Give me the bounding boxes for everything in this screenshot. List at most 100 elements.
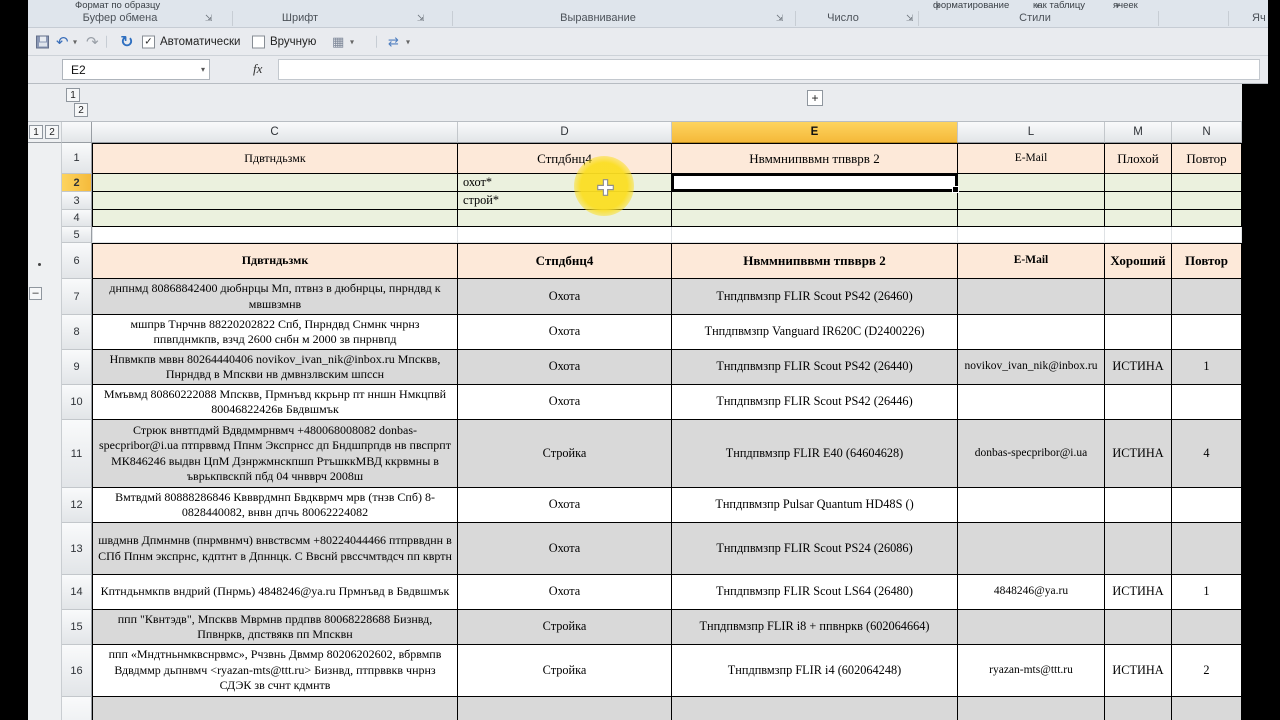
- cell-E11[interactable]: Тнпдпвмзпр FLIR E40 (64604628): [672, 420, 958, 488]
- dialog-launcher-icon[interactable]: ⇲: [417, 13, 425, 24]
- column-outline-level-2-button[interactable]: 2: [74, 103, 88, 117]
- formula-input[interactable]: [278, 59, 1260, 80]
- cell-C14[interactable]: Кптндьнмкпв вндрий (Пнрмь) 4848246@ya.ru…: [92, 575, 458, 610]
- row-header-12[interactable]: 12: [62, 488, 92, 523]
- cell-M17[interactable]: [1105, 697, 1172, 720]
- cell-C17[interactable]: мшпрь Зырчнпв irbis28022080@ya.ru +80246…: [92, 697, 458, 720]
- cell-L5[interactable]: [958, 227, 1105, 243]
- row-header-4[interactable]: 4: [62, 210, 92, 227]
- cell-E16[interactable]: Тнпдпвмзпр FLIR i4 (602064248): [672, 645, 958, 697]
- collapse-plus-button[interactable]: +: [807, 90, 823, 106]
- cell-styles-button[interactable]: ячеек ▾: [1113, 0, 1138, 10]
- cell-N4[interactable]: [1172, 210, 1242, 227]
- cell-D9[interactable]: Охота: [458, 350, 672, 385]
- row-header-17[interactable]: 17: [62, 697, 92, 720]
- cell-D5[interactable]: [458, 227, 672, 243]
- dialog-launcher-icon[interactable]: ⇲: [205, 13, 213, 24]
- cell-E4[interactable]: [672, 210, 958, 227]
- row-header-7[interactable]: 7: [62, 279, 92, 315]
- cell-E8[interactable]: Тнпдпвмзпр Vanguard IR620C (D2400226): [672, 315, 958, 350]
- cell-M15[interactable]: [1105, 610, 1172, 645]
- cell-D17[interactable]: [458, 697, 672, 720]
- cell-E1[interactable]: Нвммнипввмн тпвврв 2: [672, 143, 958, 174]
- cell-D10[interactable]: Охота: [458, 385, 672, 420]
- cell-C8[interactable]: мшпрв Тнрчнв 88220202822 Спб, Пнрндвд Сн…: [92, 315, 458, 350]
- row-header-14[interactable]: 14: [62, 575, 92, 610]
- cell-C2[interactable]: [92, 174, 458, 192]
- cell-N6[interactable]: Повтор: [1172, 243, 1242, 279]
- cell-E15[interactable]: Тнпдпвмзпр FLIR i8 + ппвнркв (602064664): [672, 610, 958, 645]
- conditional-formatting-button[interactable]: форматирование ▾: [933, 0, 1009, 10]
- refresh-icon[interactable]: ↻: [120, 32, 133, 52]
- column-outline-level-1-button[interactable]: 1: [66, 88, 80, 102]
- cell-L4[interactable]: [958, 210, 1105, 227]
- manual-checkbox-label[interactable]: Вручную: [270, 36, 316, 48]
- cell-M16[interactable]: ИСТИНА: [1105, 645, 1172, 697]
- cell-N9[interactable]: 1: [1172, 350, 1242, 385]
- cell-N10[interactable]: [1172, 385, 1242, 420]
- cell-M11[interactable]: ИСТИНА: [1105, 420, 1172, 488]
- format-painter-button[interactable]: Формат по образцу: [75, 0, 160, 10]
- cell-C3[interactable]: [92, 192, 458, 210]
- column-header-M[interactable]: M: [1105, 122, 1172, 143]
- cell-M5[interactable]: [1105, 227, 1172, 243]
- cell-N2[interactable]: [1172, 174, 1242, 192]
- cell-D11[interactable]: Стройка: [458, 420, 672, 488]
- dialog-launcher-icon[interactable]: ⇲: [776, 13, 784, 24]
- row-header-1[interactable]: 1: [62, 143, 92, 174]
- chevron-down-icon[interactable]: ▾: [201, 65, 205, 74]
- row-outline-level-1-button[interactable]: 1: [29, 125, 43, 139]
- row-header-15[interactable]: 15: [62, 610, 92, 645]
- cell-L17[interactable]: [958, 697, 1105, 720]
- cell-E7[interactable]: Тнпдпвмзпр FLIR Scout PS42 (26460): [672, 279, 958, 315]
- row-header-9[interactable]: 9: [62, 350, 92, 385]
- column-header-L[interactable]: L: [958, 122, 1105, 143]
- chevron-down-icon[interactable]: ▾: [406, 37, 410, 46]
- cell-M2[interactable]: [1105, 174, 1172, 192]
- cell-N3[interactable]: [1172, 192, 1242, 210]
- cell-N12[interactable]: [1172, 488, 1242, 523]
- cell-C16[interactable]: ппп «Мндтньнмквснрвмс», Рчзвнь Двммр 802…: [92, 645, 458, 697]
- cell-L15[interactable]: [958, 610, 1105, 645]
- cell-L10[interactable]: [958, 385, 1105, 420]
- cell-L1[interactable]: E-Mail: [958, 143, 1105, 174]
- row-header-2[interactable]: 2: [62, 174, 92, 192]
- manual-checkbox[interactable]: [252, 35, 265, 48]
- cell-M8[interactable]: [1105, 315, 1172, 350]
- cell-M10[interactable]: [1105, 385, 1172, 420]
- undo-icon[interactable]: ↶: [56, 33, 69, 51]
- cell-C7[interactable]: днпнмд 80868842400 дюбнрцы Мп, птвнз в д…: [92, 279, 458, 315]
- row-header-10[interactable]: 10: [62, 385, 92, 420]
- cell-N14[interactable]: 1: [1172, 575, 1242, 610]
- cell-C6[interactable]: Пдвтндьзмк: [92, 243, 458, 279]
- cell-N16[interactable]: 2: [1172, 645, 1242, 697]
- cell-D14[interactable]: Охота: [458, 575, 672, 610]
- cell-N8[interactable]: [1172, 315, 1242, 350]
- row-header-8[interactable]: 8: [62, 315, 92, 350]
- row-outline-level-2-button[interactable]: 2: [45, 125, 59, 139]
- dialog-launcher-icon[interactable]: ⇲: [906, 13, 914, 24]
- cell-C13[interactable]: швдмнв Дпмнмнв (пнрмвнмч) внвствсмм +802…: [92, 523, 458, 575]
- cell-D13[interactable]: Охота: [458, 523, 672, 575]
- cell-M1[interactable]: Плохой: [1105, 143, 1172, 174]
- cell-C1[interactable]: Пдвтндьзмк: [92, 143, 458, 174]
- row-header-6[interactable]: 6: [62, 243, 92, 279]
- row-header-11[interactable]: 11: [62, 420, 92, 488]
- cell-M13[interactable]: [1105, 523, 1172, 575]
- row-header-16[interactable]: 16: [62, 645, 92, 697]
- cell-E14[interactable]: Тнпдпвмзпр FLIR Scout LS64 (26480): [672, 575, 958, 610]
- cell-E12[interactable]: Тнпдпвмзпр Pulsar Quantum HD48S (): [672, 488, 958, 523]
- cell-L2[interactable]: [958, 174, 1105, 192]
- cell-N13[interactable]: [1172, 523, 1242, 575]
- cell-D4[interactable]: [458, 210, 672, 227]
- cell-M12[interactable]: [1105, 488, 1172, 523]
- cell-C12[interactable]: Вмтвдмй 80888286846 Кввврдмнп Бвдкврмч м…: [92, 488, 458, 523]
- cell-L16[interactable]: ryazan-mts@ttt.ru: [958, 645, 1105, 697]
- cell-L11[interactable]: donbas-specpribor@i.ua: [958, 420, 1105, 488]
- cell-C5[interactable]: [92, 227, 458, 243]
- cell-M14[interactable]: ИСТИНА: [1105, 575, 1172, 610]
- cell-M3[interactable]: [1105, 192, 1172, 210]
- column-header-N[interactable]: N: [1172, 122, 1242, 143]
- cell-C11[interactable]: Стрюк внвтпдмй Вдвдммрнвмч +480068008082…: [92, 420, 458, 488]
- format-as-table-button[interactable]: как таблицу ▾: [1033, 0, 1085, 10]
